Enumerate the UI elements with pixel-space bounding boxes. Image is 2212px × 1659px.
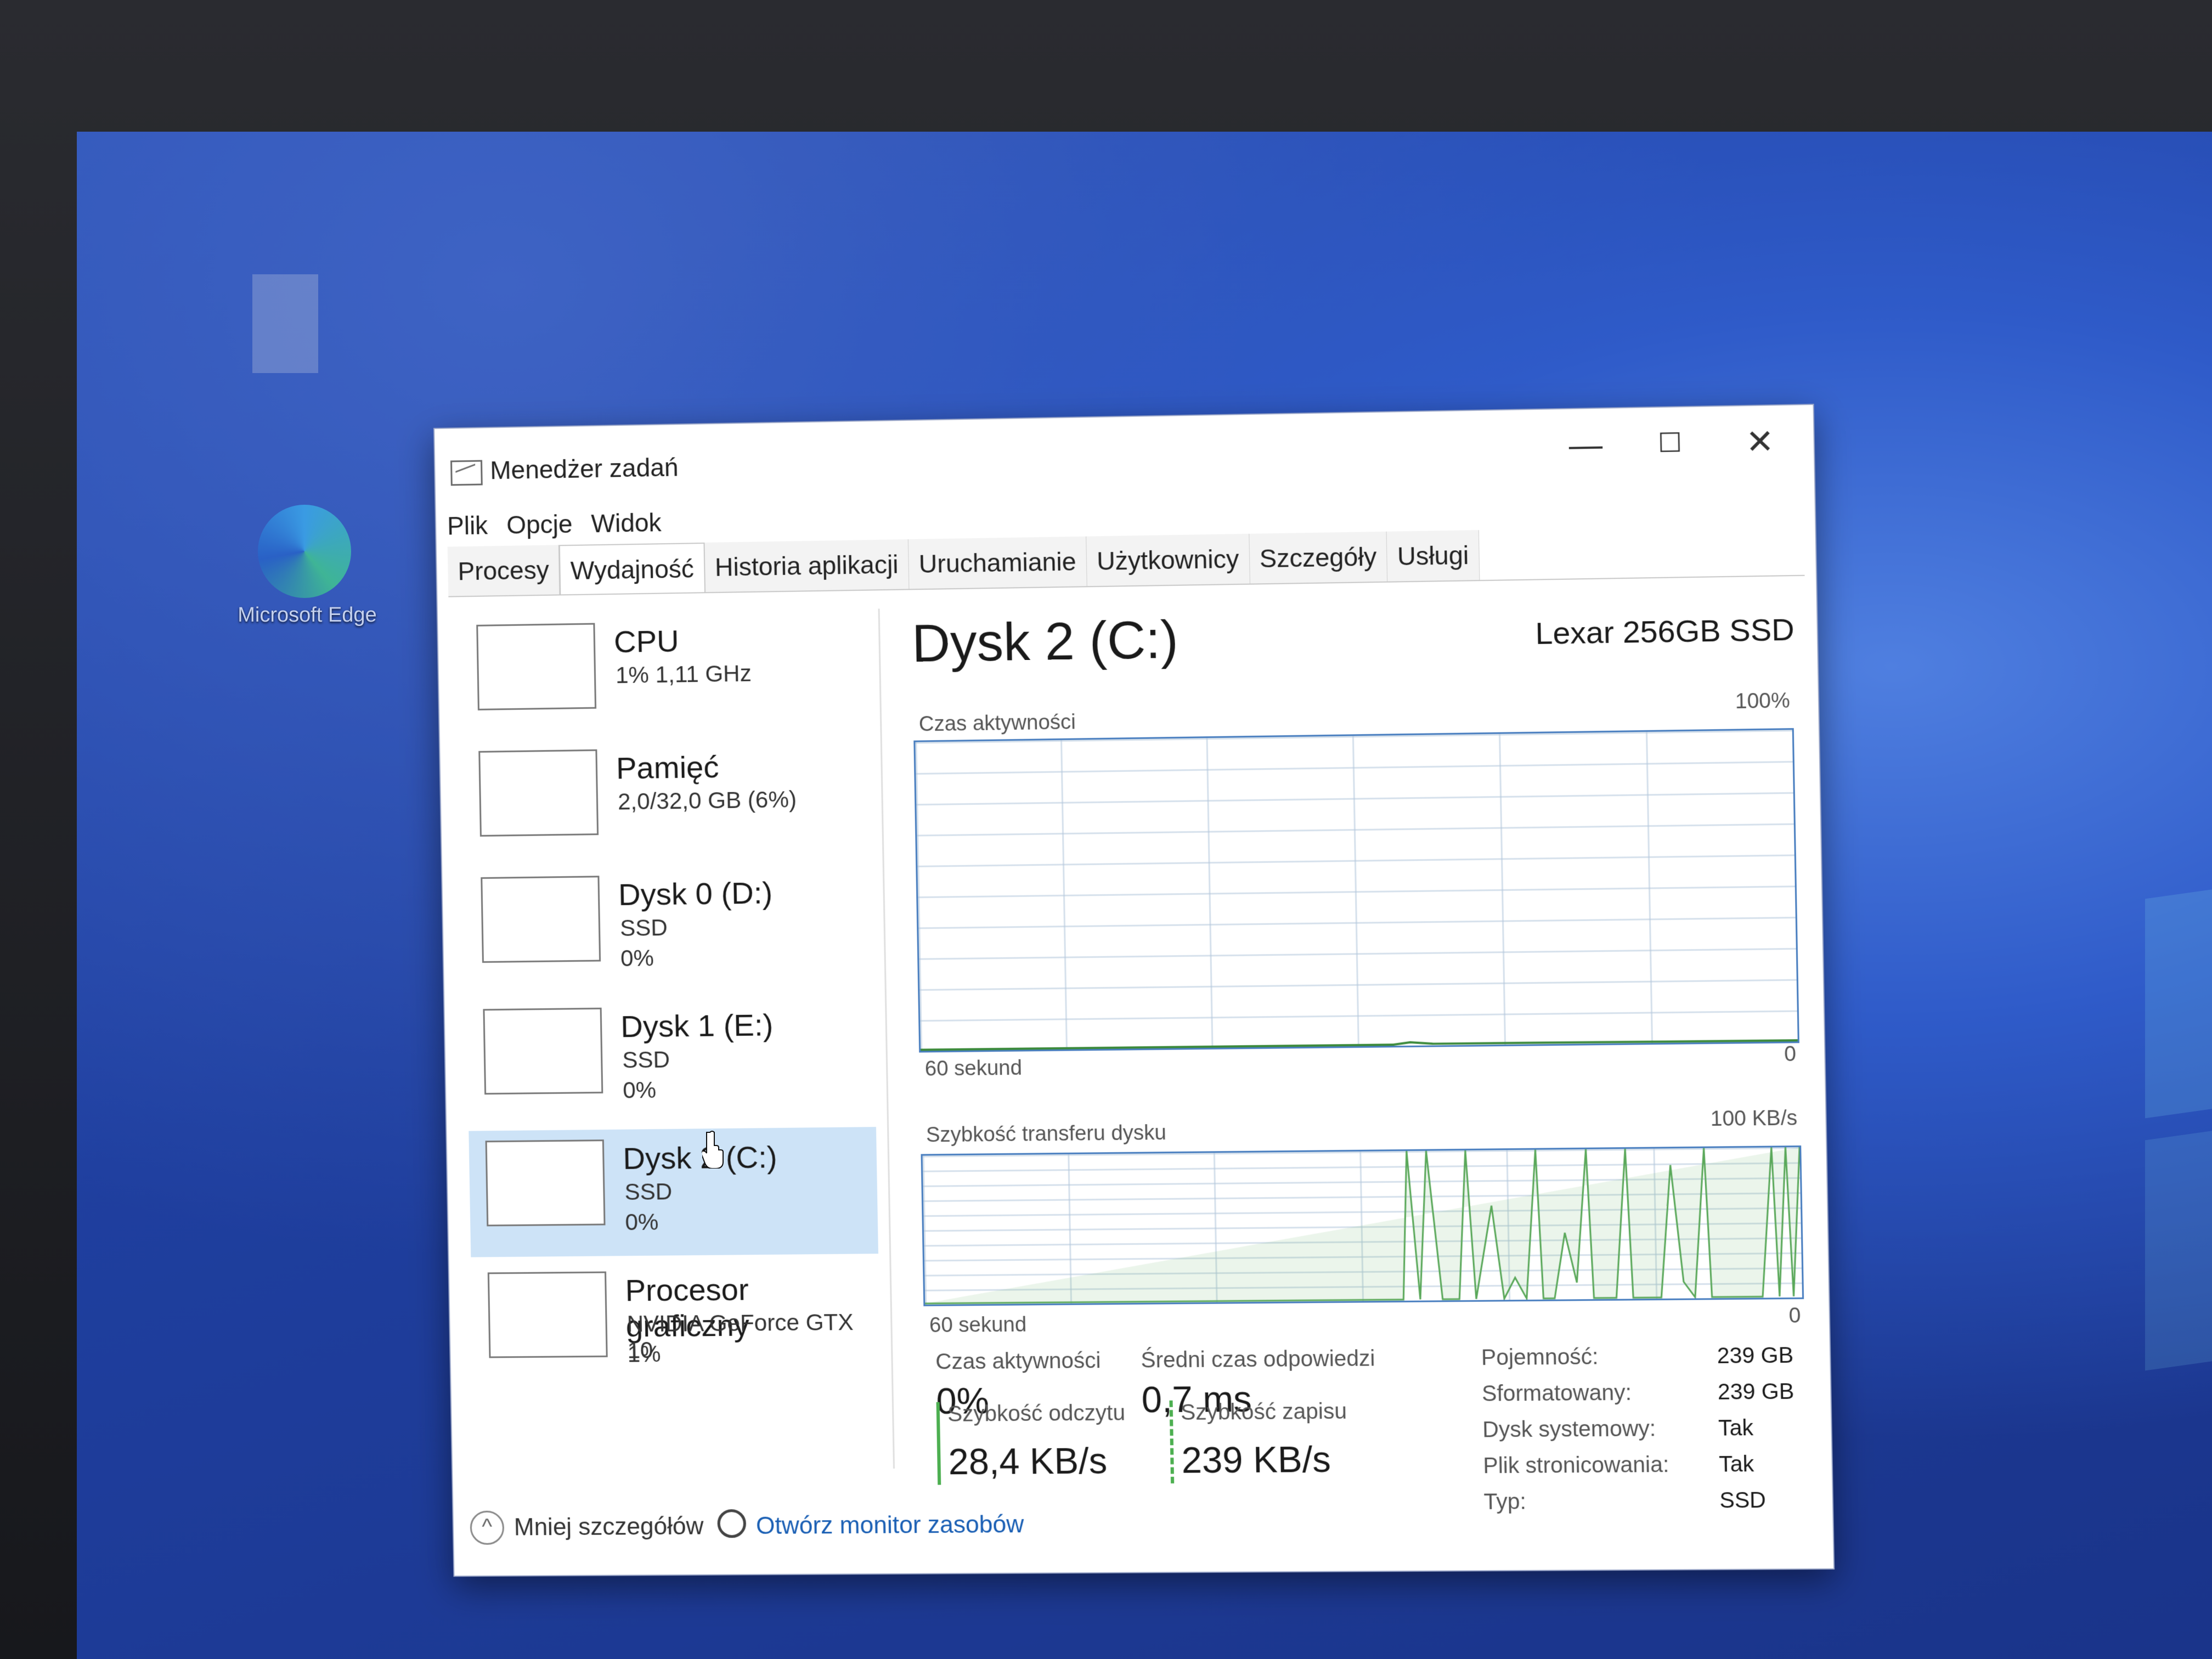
transfer-graph-line [923,1147,1802,1305]
transfer-graph [921,1146,1804,1306]
device-type: SSD [624,1178,672,1205]
system-disk-label: Dysk systemowy: [1482,1417,1656,1443]
maximize-button[interactable]: ☐ [1627,418,1712,470]
read-speed-value: 28,4 KB/s [948,1440,1108,1482]
hand-cursor-icon [702,1130,724,1169]
activity-graph-min: 0 [1784,1042,1796,1066]
menu-file[interactable]: Plik [447,510,488,544]
menu-options[interactable]: Opcje [506,509,573,543]
device-usage: 1% [627,1341,661,1368]
edge-desktop-label[interactable]: Microsoft Edge [214,603,400,627]
activity-graph-line [915,730,1797,1051]
device-type: SSD [622,1046,670,1073]
chevron-up-icon[interactable]: ^ [470,1511,504,1545]
disk-detail-panel: Dysk 2 (C:) Lexar 256GB SSD Czas aktywno… [911,595,1809,1480]
memory-thumbnail-graph [478,749,599,837]
page-file-label: Plik stronicowania: [1483,1453,1669,1479]
capacity-label: Pojemność: [1481,1345,1599,1370]
tab-services[interactable]: Usługi [1387,530,1480,582]
windows-logo-pane [2145,1120,2212,1371]
transfer-graph-label: Szybkość transferu dysku [926,1121,1167,1148]
disk2-thumbnail-graph [486,1139,606,1226]
device-item-disk1[interactable]: Dysk 1 (E:) SSD 0% [466,995,876,1126]
tab-users[interactable]: Użytkownicy [1086,534,1250,586]
device-usage: 0% [625,1209,659,1235]
active-time-label: Czas aktywności [935,1348,1101,1375]
task-manager-window: Menedżer zadań — ☐ ✕ Plik Opcje Widok Pr… [433,404,1835,1577]
device-name: Dysk 1 (E:) [620,1007,774,1044]
document-icon[interactable] [252,274,318,373]
close-button[interactable]: ✕ [1717,416,1803,468]
device-item-cpu[interactable]: CPU 1% 1,11 GHz [460,609,870,742]
device-usage: 0% [623,1077,657,1104]
device-type: SSD [620,915,668,941]
tab-startup[interactable]: Uruchamianie [909,537,1087,589]
cpu-thumbnail-graph [476,623,596,710]
tab-app-history[interactable]: Historia aplikacji [704,539,909,592]
device-model: NVIDIA GeForce GTX 10 [627,1309,880,1364]
formatted-value: 239 GB [1718,1379,1795,1405]
tab-processes[interactable]: Procesy [448,545,560,596]
fewer-details-link[interactable]: Mniej szczegółów [514,1513,703,1541]
task-manager-icon [450,460,483,486]
transfer-graph-min: 0 [1788,1304,1801,1328]
activity-graph [913,728,1799,1052]
device-name: Dysk 0 (D:) [618,874,772,912]
device-name: Pamięć [616,749,719,786]
footer-bar: ^ Mniej szczegółów Otwórz monitor zasobó… [464,1491,1822,1554]
disk-model: Lexar 256GB SSD [1535,611,1795,651]
disk0-thumbnail-graph [481,876,601,963]
activity-graph-max: 100% [1735,689,1790,714]
activity-graph-label: Czas aktywności [918,710,1076,736]
response-time-label: Średni czas odpowiedzi [1141,1346,1375,1373]
transfer-graph-max: 100 KB/s [1710,1107,1797,1131]
menu-bar: Plik Opcje Widok [447,507,662,544]
transfer-graph-time: 60 sekund [929,1313,1027,1338]
windows-logo-pane [2145,879,2212,1119]
device-list: CPU 1% 1,11 GHz Pamięć 2,0/32,0 GB (6%) … [460,608,895,1471]
activity-graph-time: 60 sekund [924,1057,1022,1081]
device-detail: 1% 1,11 GHz [616,660,752,689]
capacity-value: 239 GB [1717,1343,1793,1369]
device-name: CPU [613,623,679,659]
resource-monitor-icon[interactable] [717,1509,746,1538]
minimize-button[interactable]: — [1543,419,1628,471]
page-file-value: Tak [1719,1452,1754,1477]
window-title: Menedżer zadań [490,452,679,485]
open-resource-monitor-link[interactable]: Otwórz monitor zasobów [756,1511,1024,1540]
disk-title: Dysk 2 (C:) [911,610,1178,674]
device-item-disk0[interactable]: Dysk 0 (D:) SSD 0% [464,862,874,994]
write-speed-label: Szybkość zapisu [1181,1399,1347,1425]
device-name: Dysk 2 (C:) [623,1139,777,1176]
menu-view[interactable]: Widok [591,507,662,541]
formatted-label: Sformatowany: [1482,1380,1632,1406]
gpu-thumbnail-graph [488,1272,608,1358]
write-speed-value: 239 KB/s [1181,1438,1331,1481]
disk1-thumbnail-graph [483,1008,603,1095]
tab-performance[interactable]: Wydajność [559,543,706,594]
device-item-disk2[interactable]: Dysk 2 (C:) SSD 0% [469,1127,878,1257]
tab-details[interactable]: Szczegóły [1249,532,1388,584]
device-usage: 0% [620,945,654,972]
edge-icon[interactable] [258,505,351,598]
device-detail: 2,0/32,0 GB (6%) [618,786,797,815]
device-item-memory[interactable]: Pamięć 2,0/32,0 GB (6%) [462,736,872,868]
system-disk-value: Tak [1718,1416,1754,1441]
read-speed-label: Szybkość odczytu [947,1401,1126,1427]
device-item-gpu[interactable]: Procesor graficzny NVIDIA GeForce GTX 10… [471,1259,881,1389]
